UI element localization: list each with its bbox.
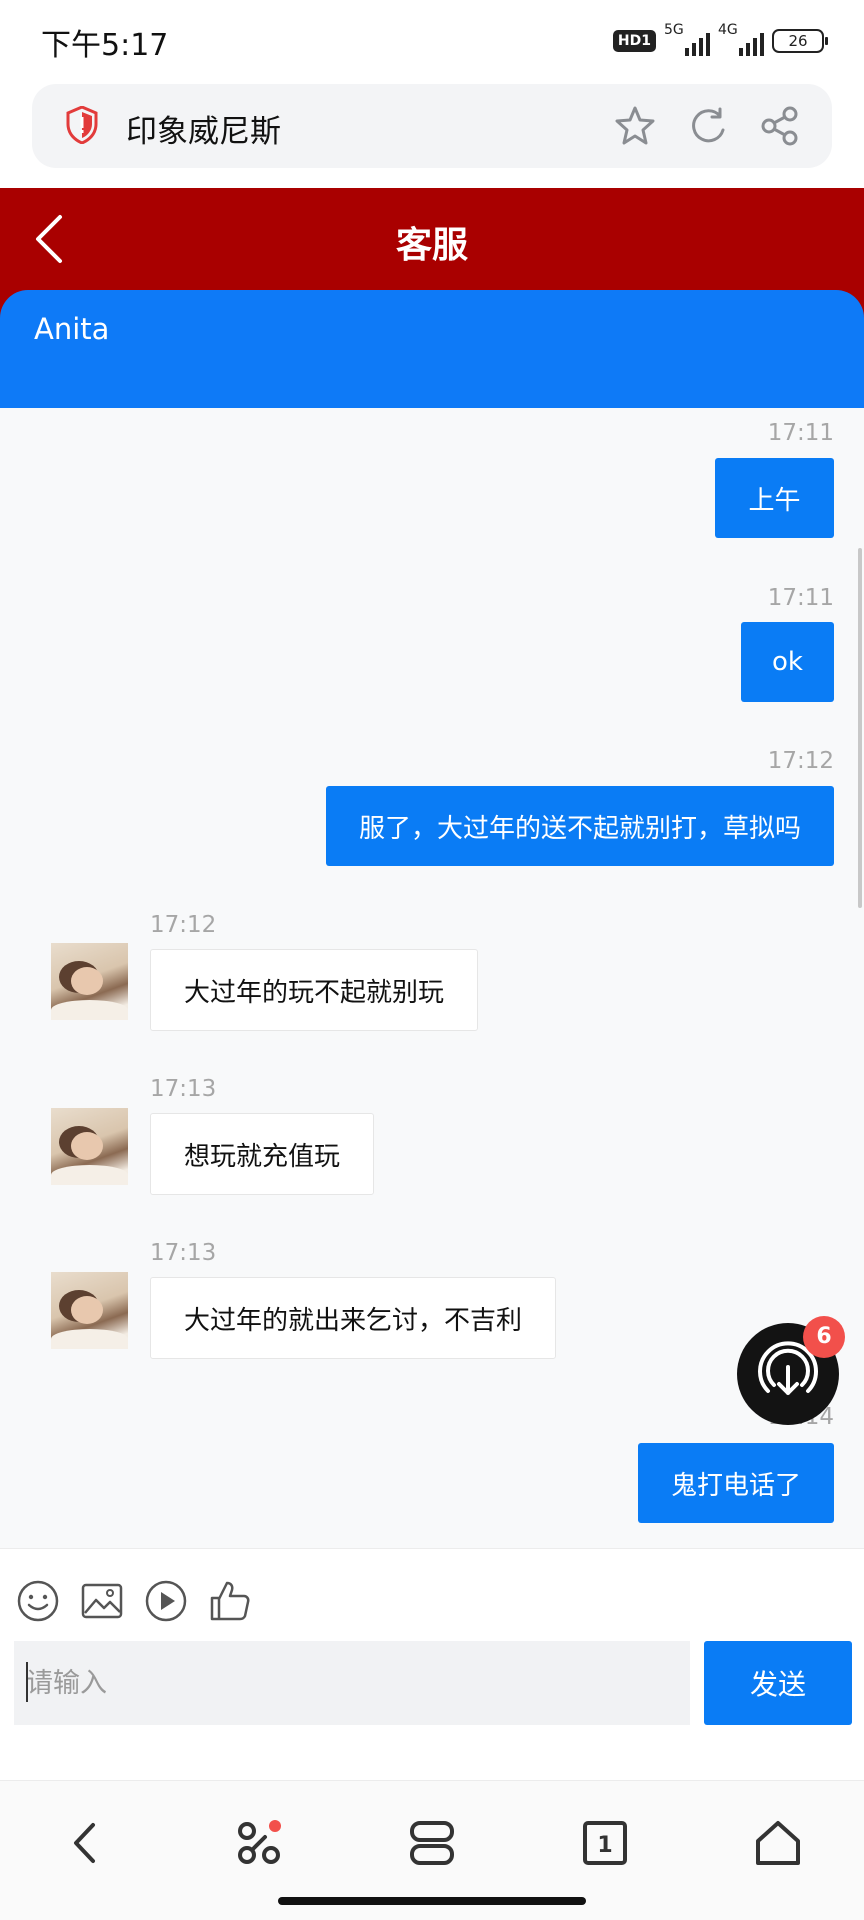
send-button[interactable]: 发送 [704,1641,852,1725]
agent-avatar[interactable] [51,1108,128,1185]
message-time: 17:11 [767,420,834,446]
emoji-icon[interactable] [16,1579,60,1623]
image-icon[interactable] [80,1579,124,1623]
outgoing-message[interactable]: 上午 [715,458,834,538]
page-title[interactable]: 印象威尼斯 [126,106,281,151]
svg-text:1: 1 [597,1833,612,1858]
shield-icon[interactable] [66,106,98,144]
incoming-message[interactable]: 大过年的就出来乞讨，不吉利 [150,1277,557,1359]
chat-messages[interactable]: 17:11 上午 17:11 ok 17:12 服了，大过年的送不起就别打，草拟… [0,408,864,1548]
tab-count-icon[interactable]: 1 [579,1817,631,1869]
message-time: 17:12 [767,748,834,774]
app-header: 客服 [0,188,864,290]
outgoing-message[interactable]: 鬼打电话了 [637,1443,834,1523]
message-time: 17:13 [150,1076,217,1102]
outgoing-message[interactable]: ok [741,622,834,702]
hd-badge: HD1 [612,30,656,52]
signal-5g-icon: 5G [664,22,710,56]
home-indicator[interactable] [278,1897,586,1905]
header-title: 客服 [395,225,468,266]
incoming-message[interactable]: 大过年的玩不起就别玩 [150,949,479,1031]
apps-icon[interactable] [233,1817,285,1869]
notification-badge: 6 [803,1316,845,1358]
message-time: 17:13 [150,1240,217,1266]
message-time: 17:12 [150,912,217,938]
back-icon[interactable] [60,1817,112,1869]
share-icon[interactable] [758,104,802,148]
video-icon[interactable] [144,1579,188,1623]
thumbs-up-icon[interactable] [208,1579,252,1623]
refresh-icon[interactable] [686,104,730,148]
browser-url-bar[interactable]: 印象威尼斯 [32,84,832,168]
composer: 发送 [0,1548,864,1778]
star-icon[interactable] [613,104,657,148]
agent-name: Anita [34,312,110,346]
message-time: 17:11 [767,585,834,611]
message-input[interactable] [14,1641,690,1725]
status-bar: 下午5:17 HD1 5G 4G 26 [0,0,864,80]
status-time: 下午5:17 [41,28,169,63]
text-caret [26,1662,28,1702]
battery-icon: 26 [772,29,828,53]
agent-avatar[interactable] [51,943,128,1020]
status-icons: HD1 5G 4G 26 [612,22,828,58]
home-icon[interactable] [752,1817,804,1869]
scrollbar[interactable] [858,548,862,908]
signal-4g-icon: 4G [718,22,764,56]
agent-bar: Anita [0,290,864,408]
tabs-icon[interactable] [406,1817,458,1869]
incoming-message[interactable]: 想玩就充值玩 [150,1113,375,1195]
outgoing-message[interactable]: 服了，大过年的送不起就别打，草拟吗 [325,786,834,866]
agent-avatar[interactable] [51,1272,128,1349]
